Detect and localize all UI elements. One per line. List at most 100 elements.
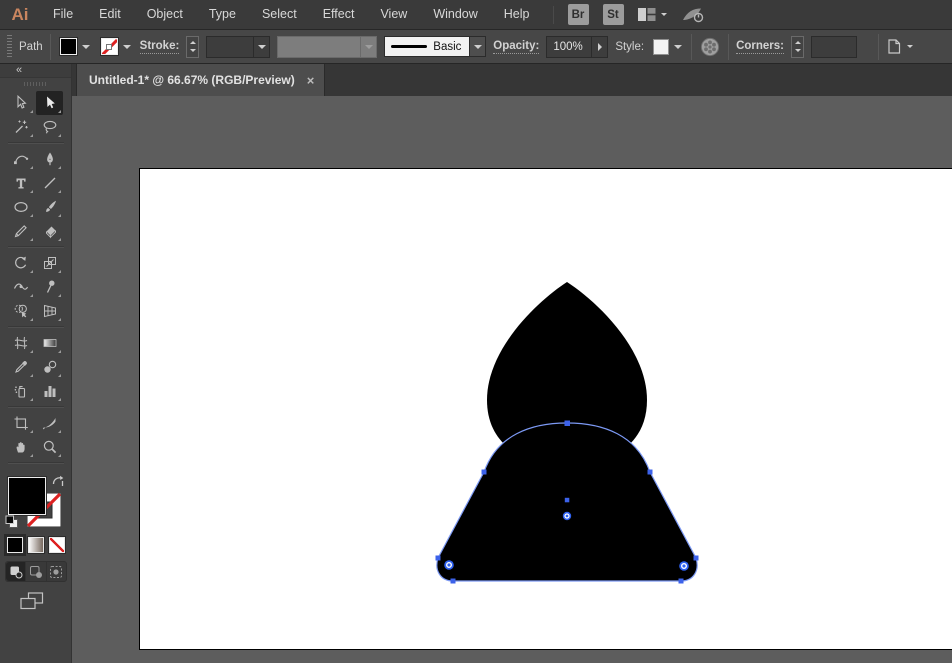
corner-widget[interactable] <box>444 560 454 570</box>
default-fill-stroke-icon[interactable] <box>5 515 19 529</box>
tool-perspective-grid[interactable] <box>36 299 63 323</box>
chevron-down-icon[interactable] <box>470 36 486 57</box>
gpu-performance-icon[interactable] <box>681 6 705 23</box>
magic-wand-icon <box>13 119 29 135</box>
tool-gradient[interactable] <box>36 331 63 355</box>
tool-zoom[interactable] <box>36 435 63 459</box>
stroke-weight-stepper[interactable] <box>186 36 199 58</box>
workspace-switcher[interactable] <box>638 8 667 21</box>
stroke-panel-link[interactable]: Stroke: <box>140 40 180 54</box>
tool-magic-wand[interactable] <box>8 115 35 139</box>
chevron-right-icon[interactable] <box>591 37 607 57</box>
corners-field[interactable] <box>811 36 857 58</box>
tools-panel-grip[interactable] <box>0 78 71 89</box>
tool-pen[interactable] <box>36 147 63 171</box>
opacity-panel-link[interactable]: Opacity: <box>493 40 539 54</box>
menu-object[interactable]: Object <box>134 0 196 29</box>
puppet-warp-icon <box>42 279 58 295</box>
step-down-icon[interactable] <box>795 49 801 52</box>
menu-edit[interactable]: Edit <box>86 0 134 29</box>
tool-puppet-warp[interactable] <box>36 275 63 299</box>
corner-widget[interactable] <box>679 561 689 571</box>
corners-panel-link[interactable]: Corners: <box>736 40 784 54</box>
tool-rotate[interactable] <box>8 251 35 275</box>
opacity-combo[interactable]: 100% <box>546 36 608 58</box>
bridge-button[interactable]: Br <box>568 4 589 25</box>
menu-view[interactable]: View <box>367 0 420 29</box>
tool-paintbrush[interactable] <box>36 195 63 219</box>
fill-color-control[interactable] <box>58 38 92 55</box>
document-setup-dropdown[interactable] <box>886 38 913 55</box>
menu-bar: Ai File Edit Object Type Select Effect V… <box>0 0 952 30</box>
tool-scale[interactable] <box>36 251 63 275</box>
tool-lasso[interactable] <box>36 115 63 139</box>
chevron-down-icon[interactable] <box>674 45 682 49</box>
tool-blend[interactable] <box>36 355 63 379</box>
step-up-icon[interactable] <box>190 41 196 44</box>
draw-normal-button[interactable] <box>6 562 26 581</box>
step-up-icon[interactable] <box>795 41 801 44</box>
tool-hand[interactable] <box>8 435 35 459</box>
tool-eyedropper[interactable] <box>8 355 35 379</box>
control-bar-grip[interactable] <box>7 35 12 59</box>
menu-window[interactable]: Window <box>420 0 490 29</box>
draw-behind-button[interactable] <box>26 562 46 581</box>
artwork <box>140 169 952 649</box>
illustrator-window: Ai File Edit Object Type Select Effect V… <box>0 0 952 663</box>
tool-shape-builder[interactable] <box>8 299 35 323</box>
chevron-down-icon[interactable] <box>82 45 90 49</box>
tool-ellipse[interactable] <box>8 195 35 219</box>
stroke-none-swatch[interactable] <box>101 38 118 55</box>
tool-pencil[interactable] <box>8 219 35 243</box>
canvas-pasteboard[interactable] <box>72 96 952 663</box>
recolor-artwork-icon[interactable] <box>699 36 721 58</box>
brush-definition-combo[interactable]: Basic <box>384 36 486 57</box>
stock-button[interactable]: St <box>603 4 624 25</box>
fill-swatch[interactable] <box>60 38 77 55</box>
style-swatch[interactable] <box>653 39 669 55</box>
close-icon[interactable]: × <box>307 74 315 87</box>
tool-symbol-sprayer[interactable] <box>8 379 35 403</box>
graphic-style-control[interactable] <box>651 39 684 55</box>
tool-type[interactable]: T <box>8 171 35 195</box>
tool-artboard[interactable] <box>8 411 35 435</box>
tool-curvature[interactable] <box>8 147 35 171</box>
menu-effect[interactable]: Effect <box>310 0 368 29</box>
center-widget[interactable] <box>563 512 571 520</box>
document-tab[interactable]: Untitled-1* @ 66.67% (RGB/Preview) × <box>76 64 325 96</box>
tool-selection[interactable] <box>8 91 35 115</box>
fill-swatch-large[interactable] <box>8 477 46 515</box>
swap-fill-stroke-icon[interactable] <box>51 475 65 488</box>
tool-width[interactable] <box>8 275 35 299</box>
menu-help[interactable]: Help <box>491 0 543 29</box>
tool-grid: T <box>0 89 71 467</box>
screen-mode-icon[interactable] <box>20 592 44 610</box>
eyedropper-icon <box>13 359 29 375</box>
tools-collapse-button[interactable]: « <box>0 64 71 78</box>
tool-mesh[interactable] <box>8 331 35 355</box>
tool-line-segment[interactable] <box>36 171 63 195</box>
gradient-button[interactable] <box>28 537 44 553</box>
menu-file[interactable]: File <box>40 0 86 29</box>
menu-type[interactable]: Type <box>196 0 249 29</box>
tool-direct-selection[interactable] <box>36 91 63 115</box>
stroke-weight-combo[interactable] <box>206 36 270 58</box>
chevron-down-icon[interactable] <box>253 37 269 57</box>
color-button[interactable] <box>7 537 23 553</box>
tool-slice[interactable] <box>36 411 63 435</box>
menu-select[interactable]: Select <box>249 0 310 29</box>
corners-stepper[interactable] <box>791 36 804 58</box>
divider <box>8 462 64 464</box>
brush-stroke-sample <box>391 45 427 49</box>
tab-title: Untitled-1* @ 66.67% (RGB/Preview) <box>89 73 295 87</box>
pencil-icon <box>13 223 29 239</box>
tool-column-graph[interactable] <box>36 379 63 403</box>
chevron-down-icon[interactable] <box>123 45 131 49</box>
stroke-color-control[interactable] <box>99 38 133 55</box>
step-down-icon[interactable] <box>190 49 196 52</box>
none-button[interactable] <box>49 537 65 553</box>
draw-inside-button[interactable] <box>47 562 66 581</box>
tool-eraser[interactable] <box>36 219 63 243</box>
brush-preview[interactable]: Basic <box>384 36 470 57</box>
artboard[interactable] <box>140 169 952 649</box>
